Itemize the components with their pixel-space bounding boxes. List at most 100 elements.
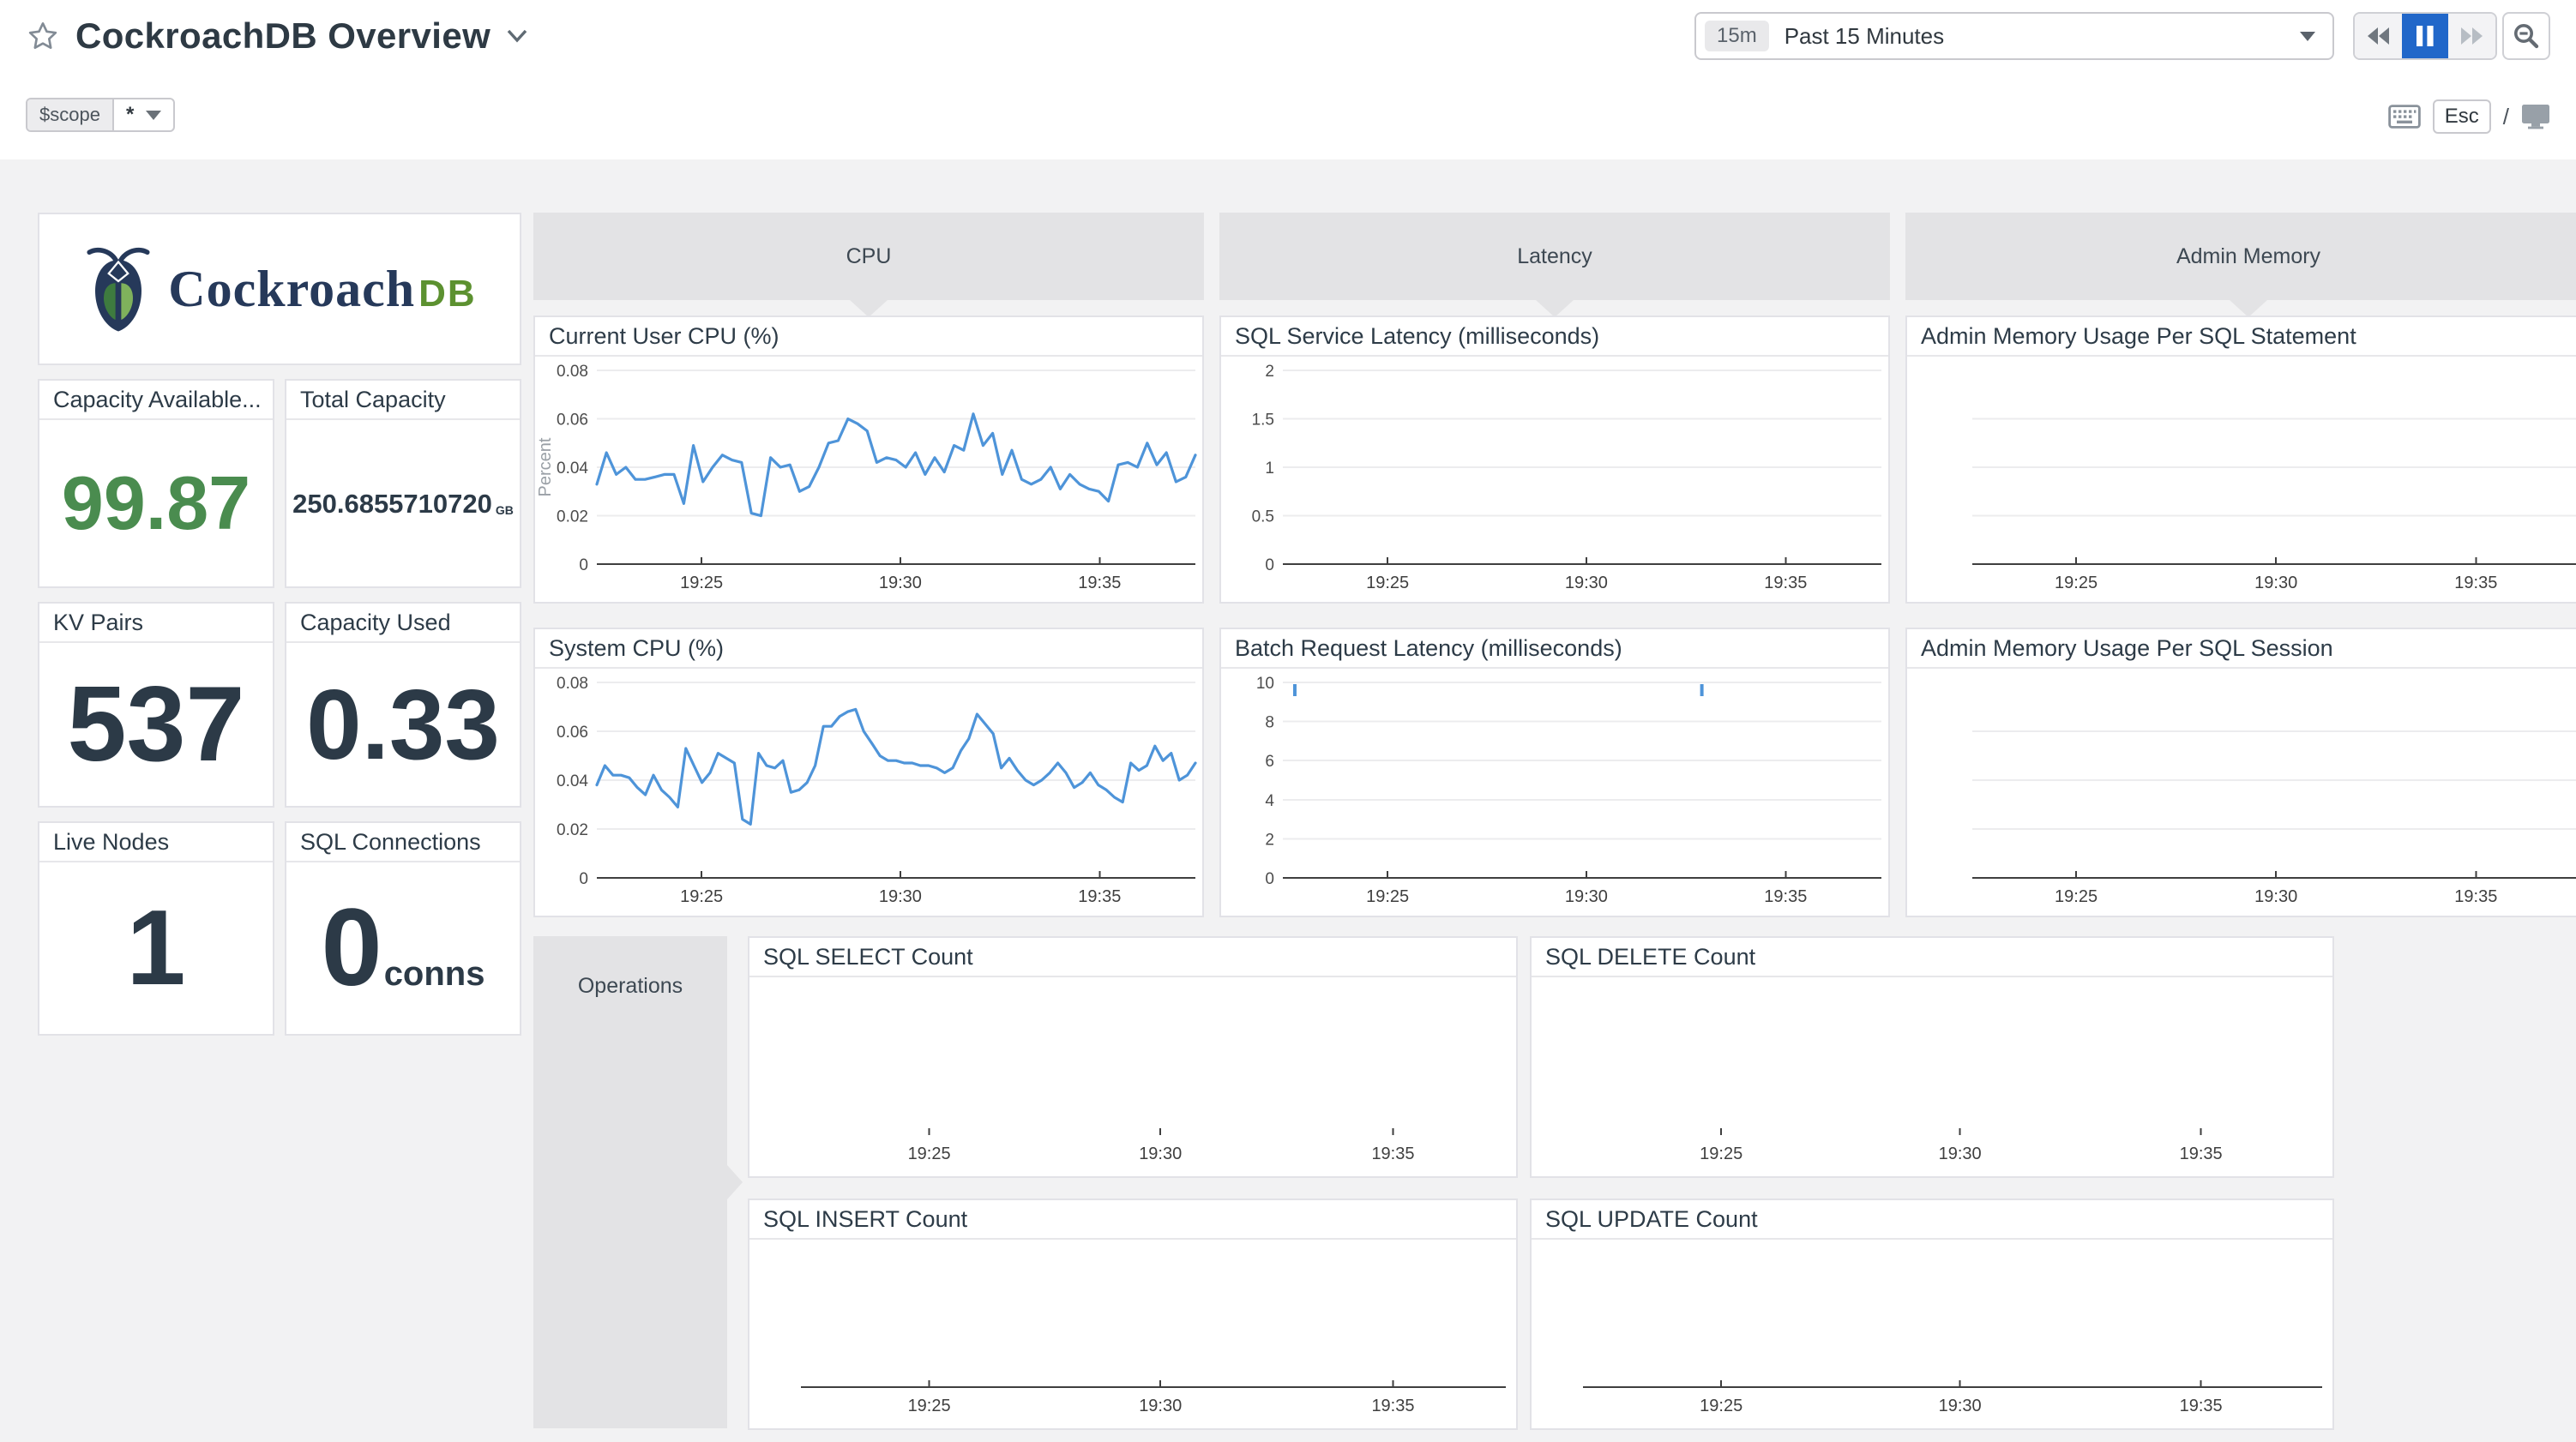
chart-title: SQL INSERT Count — [749, 1200, 1516, 1240]
group-header-latency[interactable]: Latency — [1219, 213, 1890, 300]
svg-text:19:25: 19:25 — [908, 1397, 951, 1415]
panel-sql-delete-count[interactable]: SQL DELETE Count 19:2519:3019:35 — [1530, 936, 2334, 1178]
svg-text:19:30: 19:30 — [2254, 887, 2297, 906]
svg-text:19:35: 19:35 — [2454, 887, 2497, 906]
svg-text:19:25: 19:25 — [2055, 887, 2098, 906]
stat-capacity-available[interactable]: Capacity Available... 99.87 — [38, 379, 274, 588]
top-bar: CockroachDB Overview 15m Past 15 Minutes — [0, 0, 2576, 159]
group-notch — [850, 300, 888, 317]
chart-title: Current User CPU (%) — [535, 317, 1202, 357]
svg-text:0.02: 0.02 — [557, 508, 588, 526]
chart-sql-update-count[interactable]: 19:2519:3019:35 — [1532, 1240, 2332, 1428]
chart-title: SQL UPDATE Count — [1532, 1200, 2332, 1240]
time-range-badge: 15m — [1705, 21, 1769, 51]
svg-text:2: 2 — [1265, 363, 1274, 381]
chart-sql-select-count[interactable]: 19:2519:3019:35 — [749, 977, 1516, 1176]
group-header-operations[interactable]: Operations — [533, 936, 727, 1428]
group-notch — [2230, 300, 2267, 317]
panel-sql-service-latency[interactable]: SQL Service Latency (milliseconds) 00.51… — [1219, 315, 1890, 604]
zoom-out-icon — [2513, 22, 2540, 50]
svg-text:19:25: 19:25 — [680, 574, 723, 592]
scope-caret-icon — [146, 111, 161, 120]
time-range-caret-icon — [2300, 32, 2315, 41]
svg-text:Percent: Percent — [536, 437, 555, 496]
panel-admin-memory-session[interactable]: Admin Memory Usage Per SQL Session 19:25… — [1905, 628, 2576, 917]
svg-text:19:35: 19:35 — [2180, 1145, 2223, 1163]
stat-capacity-used[interactable]: Capacity Used 0.33 — [285, 602, 521, 808]
stat-sql-connections[interactable]: SQL Connections 0 conns — [285, 821, 521, 1036]
template-variable-scope[interactable]: $scope * — [26, 98, 175, 132]
svg-text:0.02: 0.02 — [557, 821, 588, 839]
stat-unit: GB — [496, 503, 514, 517]
stat-live-nodes[interactable]: Live Nodes 1 — [38, 821, 274, 1036]
panel-sql-update-count[interactable]: SQL UPDATE Count 19:2519:3019:35 — [1530, 1199, 2334, 1430]
cockroach-bug-icon — [82, 243, 154, 335]
svg-text:19:30: 19:30 — [879, 887, 922, 906]
stat-title: Capacity Used — [286, 604, 520, 643]
chart-current-user-cpu[interactable]: 00.020.040.060.0819:2519:3019:35Percent — [535, 357, 1202, 602]
fullscreen-tv-icon[interactable] — [2521, 104, 2550, 129]
svg-text:0.06: 0.06 — [557, 724, 588, 742]
panel-system-cpu[interactable]: System CPU (%) 00.020.040.060.0819:2519:… — [533, 628, 1204, 917]
stat-title: SQL Connections — [286, 823, 520, 862]
svg-text:19:30: 19:30 — [2254, 574, 2297, 592]
panel-sql-select-count[interactable]: SQL SELECT Count 19:2519:3019:35 — [748, 936, 1518, 1178]
stat-unit: conns — [384, 955, 485, 994]
pause-icon — [2415, 25, 2435, 47]
chart-admin-memory-statement[interactable]: 19:2519:3019:35 — [1907, 357, 2576, 602]
svg-text:0.08: 0.08 — [557, 363, 588, 381]
svg-text:19:35: 19:35 — [1078, 887, 1121, 906]
chart-sql-delete-count[interactable]: 19:2519:3019:35 — [1532, 977, 2332, 1176]
panel-batch-request-latency[interactable]: Batch Request Latency (milliseconds) 024… — [1219, 628, 1890, 917]
panel-current-user-cpu[interactable]: Current User CPU (%) 00.020.040.060.0819… — [533, 315, 1204, 604]
svg-text:19:25: 19:25 — [1366, 574, 1409, 592]
stat-value: 0.33 — [306, 675, 500, 774]
skip-forward-button[interactable] — [2448, 14, 2495, 58]
group-notch — [1536, 300, 1574, 317]
svg-text:19:35: 19:35 — [1764, 574, 1807, 592]
chart-batch-request-latency[interactable]: 024681019:2519:3019:35 — [1221, 669, 1888, 916]
chart-sql-insert-count[interactable]: 19:2519:3019:35 — [749, 1240, 1516, 1428]
logo-db: DB — [418, 273, 477, 315]
time-range-picker[interactable]: 15m Past 15 Minutes — [1694, 12, 2334, 60]
stat-title: Capacity Available... — [39, 381, 273, 420]
stat-total-capacity[interactable]: Total Capacity 250.6855710720 GB — [285, 379, 521, 588]
group-label: Latency — [1517, 244, 1592, 269]
svg-text:0.04: 0.04 — [557, 460, 588, 478]
zoom-out-button[interactable] — [2502, 12, 2550, 60]
group-label: Admin Memory — [2176, 244, 2320, 269]
chart-title: SQL SELECT Count — [749, 938, 1516, 977]
panel-admin-memory-statement[interactable]: Admin Memory Usage Per SQL Statement 19:… — [1905, 315, 2576, 604]
svg-text:19:35: 19:35 — [2454, 574, 2497, 592]
chart-title: SQL Service Latency (milliseconds) — [1221, 317, 1888, 357]
scope-variable-value[interactable]: * — [114, 99, 173, 130]
group-header-cpu[interactable]: CPU — [533, 213, 1204, 300]
svg-text:0.5: 0.5 — [1252, 508, 1274, 526]
chart-title: System CPU (%) — [535, 629, 1202, 669]
chart-title: SQL DELETE Count — [1532, 938, 2332, 977]
pause-button[interactable] — [2402, 14, 2449, 58]
title-chevron-down-icon[interactable] — [506, 28, 528, 44]
star-icon[interactable] — [26, 19, 60, 53]
panel-sql-insert-count[interactable]: SQL INSERT Count 19:2519:3019:35 — [748, 1199, 1518, 1430]
stat-title: KV Pairs — [39, 604, 273, 643]
svg-text:19:25: 19:25 — [908, 1145, 951, 1163]
svg-text:0.06: 0.06 — [557, 412, 588, 430]
svg-text:0.04: 0.04 — [557, 772, 588, 790]
chart-sql-service-latency[interactable]: 00.511.5219:2519:3019:35 — [1221, 357, 1888, 602]
group-header-admin-memory[interactable]: Admin Memory — [1905, 213, 2576, 300]
keyboard-icon[interactable] — [2388, 105, 2421, 129]
skip-back-button[interactable] — [2355, 14, 2402, 58]
esc-key[interactable]: Esc — [2433, 99, 2491, 134]
chart-admin-memory-session[interactable]: 19:25 19:30 19:35 — [1907, 669, 2576, 916]
svg-text:10: 10 — [1256, 675, 1274, 693]
svg-text:1: 1 — [1265, 460, 1274, 478]
svg-text:8: 8 — [1265, 714, 1274, 732]
group-label: Operations — [578, 974, 683, 999]
chart-title: Admin Memory Usage Per SQL Session — [1907, 629, 2576, 669]
stat-kv-pairs[interactable]: KV Pairs 537 — [38, 602, 274, 808]
stat-value: 1 — [127, 895, 186, 1001]
svg-text:0: 0 — [579, 870, 588, 888]
stat-value: 250.6855710720 — [292, 490, 492, 517]
chart-system-cpu[interactable]: 00.020.040.060.0819:2519:3019:35 — [535, 669, 1202, 916]
